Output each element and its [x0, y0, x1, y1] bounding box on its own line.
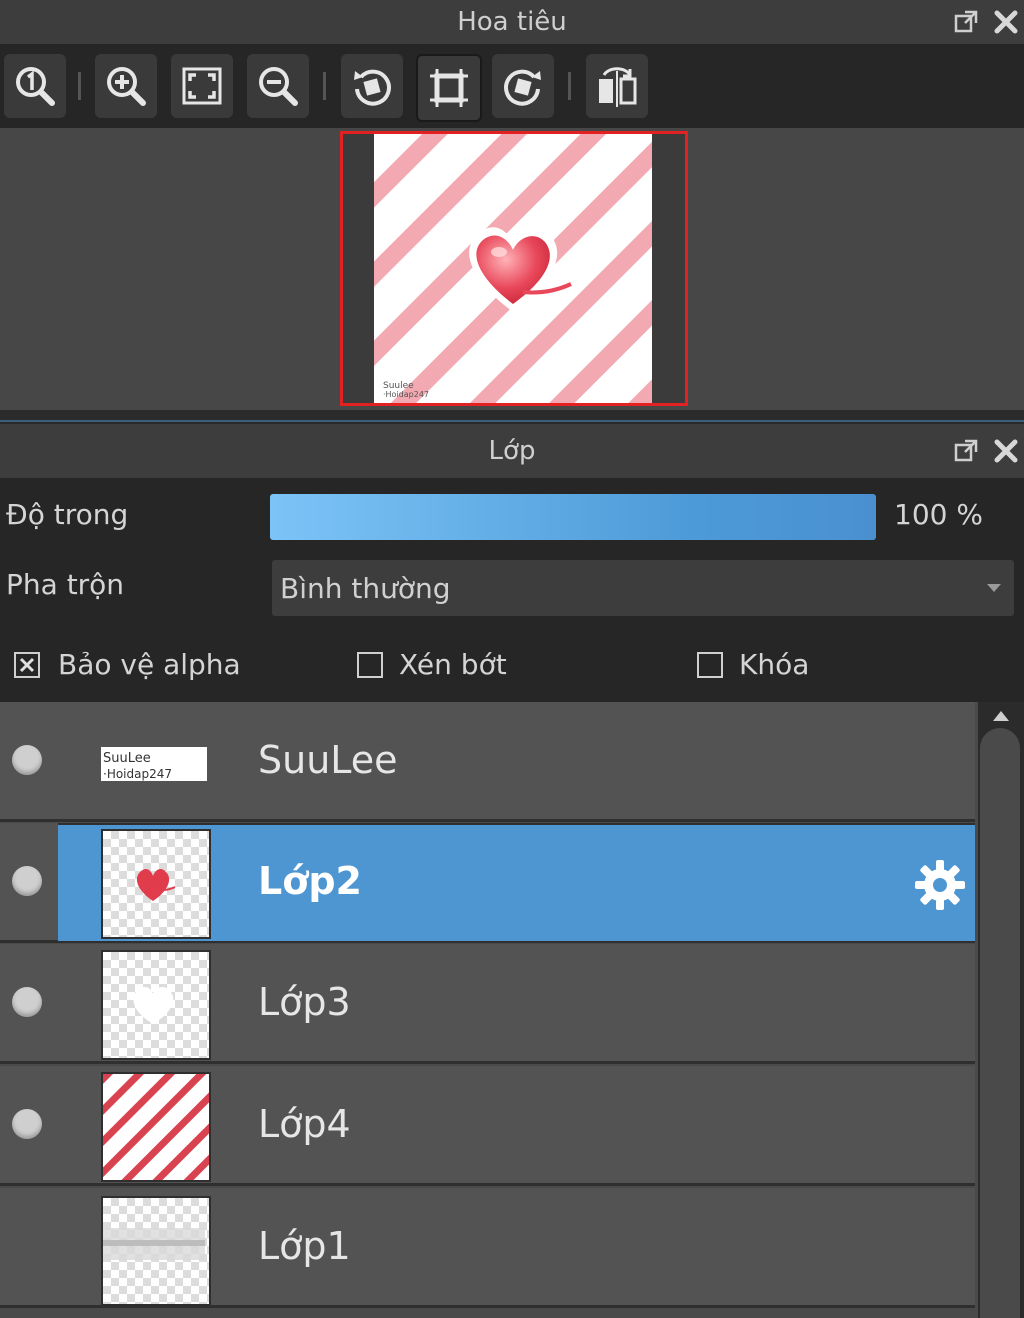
- layer-thumbnail: [101, 1196, 211, 1306]
- chevron-down-icon: [987, 584, 1001, 592]
- layers-title-bar: Lớp: [0, 424, 1024, 478]
- lock-checkbox[interactable]: Khóa: [697, 648, 809, 681]
- rotate-left-button[interactable]: [341, 54, 403, 118]
- layer-thumbnail: [101, 829, 211, 939]
- svg-text:SuuLee: SuuLee: [103, 751, 151, 766]
- gear-icon[interactable]: [912, 857, 968, 913]
- layer-name: SuuLee: [258, 738, 398, 782]
- svg-text:·Hoidap247: ·Hoidap247: [103, 767, 172, 781]
- layer-row-lop4[interactable]: Lớp4: [0, 1066, 975, 1186]
- toolbar-separator: [568, 72, 571, 100]
- layer-name: Lớp3: [258, 980, 351, 1024]
- layer-row-lop2[interactable]: Lớp2: [0, 823, 975, 943]
- visibility-toggle[interactable]: [12, 745, 42, 775]
- zoom-in-button[interactable]: [95, 54, 157, 118]
- toolbar-separator: [78, 72, 81, 100]
- layer-thumbnail: [101, 1072, 211, 1182]
- opacity-slider[interactable]: [270, 494, 876, 540]
- blend-mode-label: Pha trộn: [6, 568, 125, 601]
- clipping-checkbox[interactable]: Xén bớt: [357, 648, 507, 681]
- fit-to-window-button[interactable]: [171, 54, 233, 118]
- visibility-toggle[interactable]: [12, 1231, 42, 1261]
- layer-thumbnail-image: [103, 1074, 209, 1180]
- opacity-label: Độ trong: [6, 498, 129, 531]
- checkbox-box: [697, 651, 723, 678]
- flip-horizontal-icon: [599, 67, 637, 107]
- navigator-title: Hoa tiêu: [457, 7, 567, 37]
- layer-thumbnail: [101, 950, 211, 1060]
- layer-name: Lớp4: [258, 1102, 351, 1146]
- protect-alpha-label: Bảo vệ alpha: [58, 648, 241, 681]
- visibility-toggle[interactable]: [12, 1109, 42, 1139]
- layer-list-scrollbar[interactable]: [978, 702, 1024, 1318]
- fit-to-window-icon: [182, 67, 222, 105]
- zoom-actual-size-button[interactable]: [4, 54, 66, 118]
- layer-thumbnail-image: [133, 987, 174, 1024]
- visibility-toggle[interactable]: [12, 987, 42, 1017]
- fit-canvas-icon: [430, 69, 468, 107]
- layer-thumbnail-image: [103, 1228, 205, 1260]
- blend-mode-select[interactable]: Bình thường: [272, 560, 1014, 616]
- zoom-in-icon: [107, 67, 146, 106]
- blend-mode-value: Bình thường: [280, 571, 451, 605]
- layer-thumbnail-image: SuuLee ·Hoidap247: [101, 747, 207, 781]
- layer-row-lop3[interactable]: Lớp3: [0, 944, 975, 1064]
- zoom-out-icon: [259, 67, 298, 106]
- layer-name: Lớp2: [258, 859, 362, 903]
- clipping-label: Xén bớt: [399, 648, 507, 681]
- panel-divider[interactable]: [0, 410, 1024, 422]
- zoom-out-button[interactable]: [247, 54, 309, 118]
- flip-horizontal-button[interactable]: [586, 54, 648, 118]
- protect-alpha-checkbox[interactable]: Bảo vệ alpha: [14, 648, 241, 681]
- checkmark-x-icon: [19, 657, 35, 672]
- undock-icon[interactable]: [948, 433, 984, 469]
- layer-name: Lớp1: [258, 1224, 351, 1268]
- opacity-value: 100 %: [894, 498, 983, 531]
- checkbox-box: [357, 651, 383, 678]
- close-icon[interactable]: [988, 433, 1024, 469]
- layer-row-suulee[interactable]: SuuLee ·Hoidap247 SuuLee: [0, 702, 975, 822]
- zoom-actual-size-icon: [16, 67, 55, 106]
- layer-thumbnail: SuuLee ·Hoidap247: [101, 709, 207, 815]
- layer-thumbnail-image: [136, 869, 176, 901]
- navigator-preview[interactable]: Suulee ·Hoidap247: [340, 131, 688, 406]
- checkbox-box: [14, 651, 40, 678]
- scrollbar-thumb[interactable]: [980, 728, 1020, 1318]
- fit-canvas-button[interactable]: [416, 54, 482, 122]
- scroll-up-arrow-icon[interactable]: [991, 708, 1011, 722]
- rotate-right-icon: [504, 69, 541, 106]
- close-icon[interactable]: [988, 4, 1024, 40]
- canvas-preview-image: Suulee ·Hoidap247: [343, 134, 685, 403]
- rotate-left-icon: [354, 69, 391, 106]
- navigator-title-bar: Hoa tiêu: [0, 0, 1024, 44]
- layers-title: Lớp: [488, 436, 536, 466]
- lock-label: Khóa: [739, 648, 810, 681]
- svg-text:·Hoidap247: ·Hoidap247: [383, 390, 429, 399]
- layer-row-lop1[interactable]: Lớp1: [0, 1188, 975, 1308]
- visibility-toggle[interactable]: [12, 866, 42, 896]
- rotate-right-button[interactable]: [492, 54, 554, 118]
- undock-icon[interactable]: [948, 4, 984, 40]
- toolbar-separator: [323, 72, 326, 100]
